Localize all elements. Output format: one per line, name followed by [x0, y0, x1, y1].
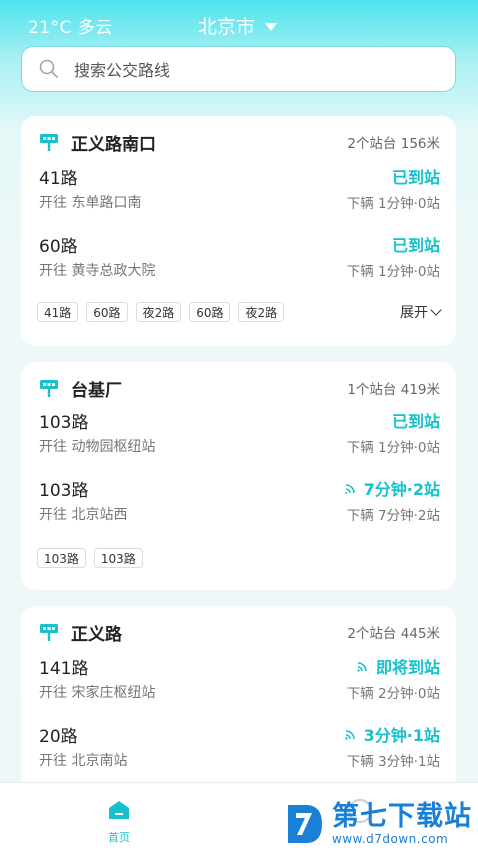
- next-bus-info: 下辆 7分钟·2站: [346, 508, 440, 524]
- next-bus-info: 下辆 3分钟·1站: [346, 754, 440, 770]
- d7-logo-icon: [288, 805, 322, 843]
- next-bus-info: 下辆 1分钟·0站: [346, 440, 440, 456]
- route-row[interactable]: 103路 开往 动物园枢纽站 已到站 下辆 1分钟·0站: [39, 408, 440, 458]
- next-bus-info: 下辆 1分钟·0站: [346, 196, 440, 212]
- search-input[interactable]: 搜索公交路线: [21, 46, 456, 92]
- route-destination: 开往 黄寺总政大院: [39, 263, 156, 279]
- home-icon: [109, 801, 129, 819]
- arrival-status: 3分钟·1站: [344, 722, 440, 746]
- route-chips: 103路 103路: [37, 548, 440, 568]
- expand-button[interactable]: 展开: [400, 302, 442, 322]
- route-chip[interactable]: 60路: [189, 302, 231, 322]
- stop-name: 正义路南口: [71, 134, 156, 155]
- route-name: 103路: [39, 481, 89, 501]
- route-name: 103路: [39, 413, 89, 433]
- route-name: 141路: [39, 659, 89, 679]
- stop-card-header: 正义路南口 2个站台 156米: [39, 130, 440, 155]
- stop-card-header: 台基厂 1个站台 419米: [39, 376, 440, 401]
- route-chip[interactable]: 夜2路: [135, 302, 182, 322]
- stop-card[interactable]: 台基厂 1个站台 419米 103路 开往 动物园枢纽站 已到站 下辆 1分钟·…: [21, 362, 456, 590]
- route-destination: 开往 宋家庄枢纽站: [39, 685, 156, 701]
- route-chip[interactable]: 夜2路: [238, 302, 285, 322]
- stop-card[interactable]: 正义路 2个站台 445米 141路 开往 宋家庄枢纽站 即将到站 下辆 2分钟…: [21, 606, 456, 796]
- bus-stop-icon: [40, 624, 58, 641]
- route-row[interactable]: 60路 开往 黄寺总政大院 已到站 下辆 1分钟·0站: [39, 232, 440, 282]
- next-bus-info: 下辆 2分钟·0站: [346, 686, 440, 702]
- route-row[interactable]: 20路 开往 北京南站 3分钟·1站 下辆 3分钟·1站: [39, 722, 440, 772]
- route-destination: 开往 北京南站: [39, 753, 128, 769]
- search-placeholder: 搜索公交路线: [74, 61, 171, 80]
- stop-meta: 2个站台 445米: [347, 626, 440, 642]
- bus-stop-icon: [40, 134, 58, 151]
- tab-home[interactable]: 首页: [96, 799, 142, 845]
- stop-name: 台基厂: [71, 380, 122, 401]
- route-name: 41路: [39, 169, 78, 189]
- realtime-signal-icon: [344, 730, 355, 740]
- watermark: 第七下载站 www.d7down.com: [284, 798, 478, 850]
- stop-card-header: 正义路 2个站台 445米: [39, 620, 440, 645]
- route-destination: 开往 东单路口南: [39, 195, 142, 211]
- bus-stop-icon: [40, 380, 58, 397]
- route-name: 20路: [39, 727, 78, 747]
- route-chip[interactable]: 103路: [93, 548, 143, 568]
- header: 21°C 多云 北京市: [0, 0, 478, 48]
- route-row[interactable]: 103路 开往 北京站西 7分钟·2站 下辆 7分钟·2站: [39, 476, 440, 526]
- route-chip[interactable]: 103路: [37, 548, 86, 568]
- arrival-status: 已到站: [391, 168, 440, 187]
- caret-down-icon: [265, 22, 278, 31]
- route-chips: 41路 60路 夜2路 60路 夜2路 展开: [37, 302, 442, 322]
- stop-meta: 1个站台 419米: [347, 382, 440, 398]
- stop-meta: 2个站台 156米: [347, 136, 440, 152]
- route-destination: 开往 北京站西: [39, 507, 128, 523]
- route-chip[interactable]: 60路: [86, 302, 128, 322]
- city-label: 北京市: [198, 16, 256, 38]
- tab-home-label: 首页: [108, 831, 130, 844]
- city-selector[interactable]: 北京市: [198, 12, 278, 39]
- arrival-status: 即将到站: [356, 654, 440, 678]
- watermark-url: www.d7down.com: [332, 832, 449, 846]
- next-bus-info: 下辆 1分钟·0站: [346, 264, 440, 280]
- route-chip[interactable]: 41路: [37, 302, 79, 322]
- realtime-signal-icon: [357, 662, 367, 672]
- route-row[interactable]: 41路 开往 东单路口南 已到站 下辆 1分钟·0站: [39, 164, 440, 214]
- stop-name: 正义路: [71, 624, 122, 645]
- search-icon: [38, 58, 60, 80]
- arrival-status: 已到站: [391, 236, 440, 255]
- realtime-signal-icon: [344, 484, 355, 494]
- chevron-down-icon: [430, 304, 442, 316]
- stop-card[interactable]: 正义路南口 2个站台 156米 41路 开往 东单路口南 已到站 下辆 1分钟·…: [21, 116, 456, 346]
- route-row[interactable]: 141路 开往 宋家庄枢纽站 即将到站 下辆 2分钟·0站: [39, 654, 440, 704]
- watermark-title: 第七下载站: [332, 801, 472, 832]
- route-name: 60路: [39, 237, 78, 257]
- weather-label: 21°C 多云: [28, 18, 113, 38]
- route-destination: 开往 动物园枢纽站: [39, 439, 156, 455]
- arrival-status: 7分钟·2站: [344, 476, 440, 500]
- arrival-status: 已到站: [391, 412, 440, 431]
